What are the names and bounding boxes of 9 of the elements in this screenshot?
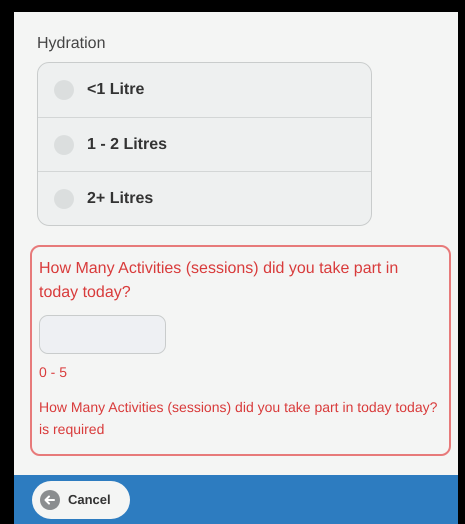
radio-option[interactable]: <1 Litre [38,63,371,117]
input-field[interactable] [39,315,166,354]
question-text: How Many Activities (sessions) did you take part in today today? [39,259,400,303]
radio-option[interactable]: 2+ Litres [38,171,371,225]
cancel-button[interactable]: Cancel [32,480,130,518]
radio-option[interactable]: 1 - 2 Litres [38,117,371,171]
section-label: Hydration [37,34,106,54]
error-message: How Many Activities (sessions) did you take part in today today? is required [39,398,438,439]
range-hint: 0 - 5 [39,363,68,382]
